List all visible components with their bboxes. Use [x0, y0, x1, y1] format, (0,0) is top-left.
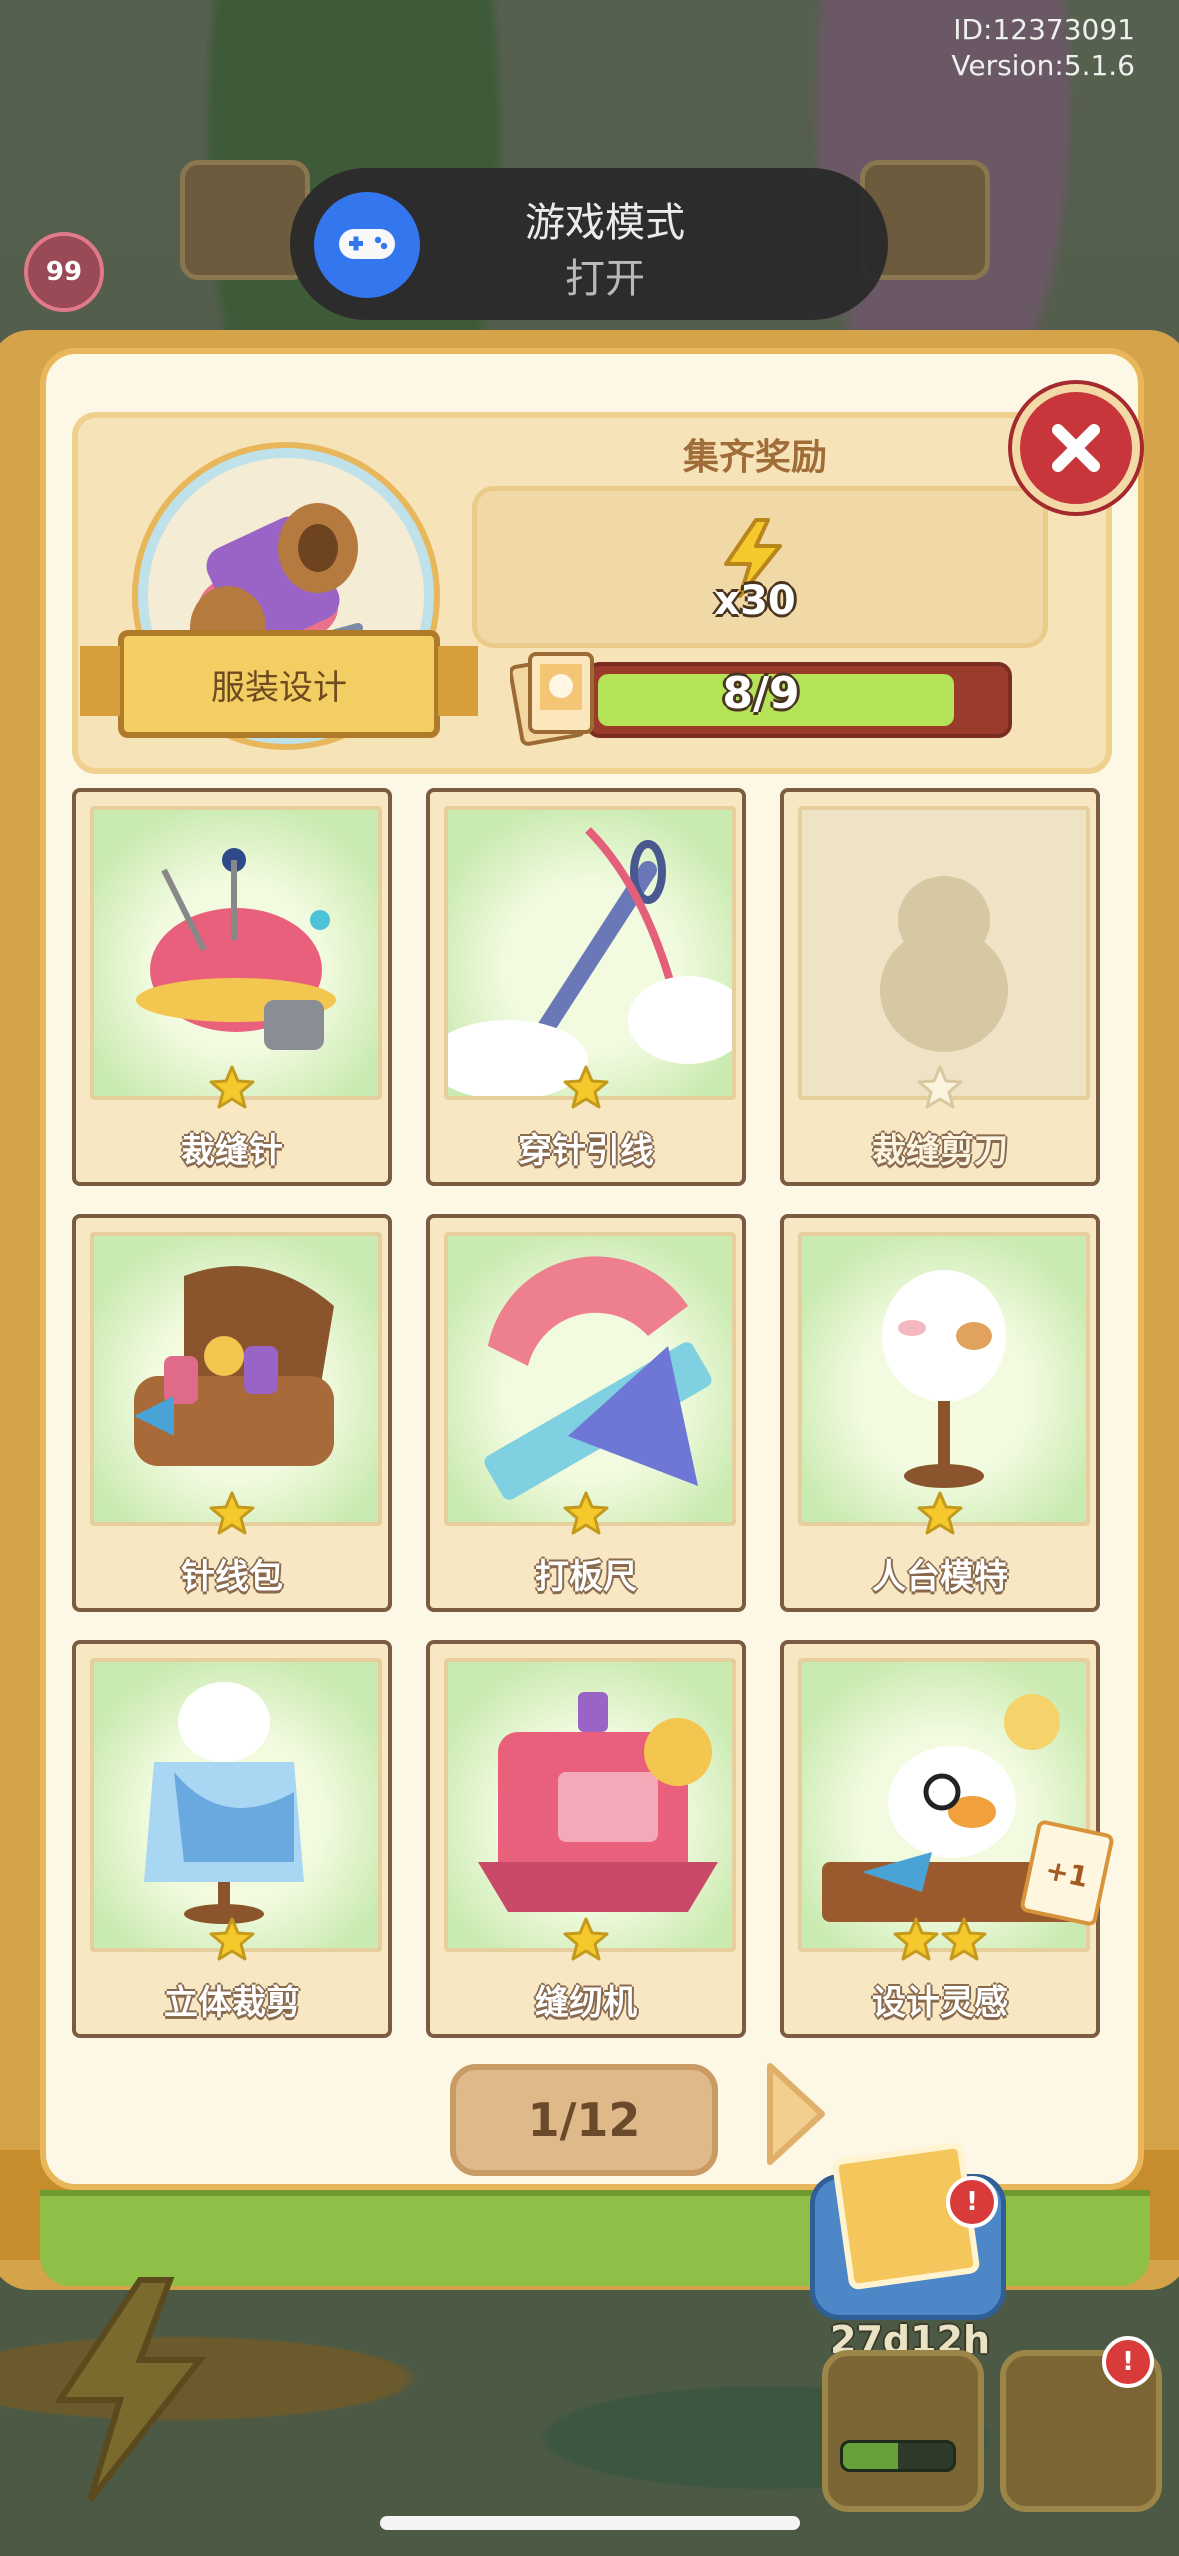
card-name: 设计灵感	[872, 1983, 1008, 2023]
pin-cushion-icon	[136, 848, 336, 1050]
card-star-rating	[76, 1916, 388, 1964]
close-button[interactable]	[1012, 384, 1140, 512]
card-artwork	[90, 1232, 382, 1526]
collection-card[interactable]: 立体裁剪	[72, 1640, 392, 2038]
reward-amount: x30	[714, 578, 796, 624]
card-artwork	[444, 1232, 736, 1526]
star-icon	[563, 1916, 609, 1964]
toast-subtitle: 打开	[565, 256, 645, 302]
build-info: ID:12373091 Version:5.1.6	[951, 12, 1135, 84]
needle-thread-icon	[448, 827, 732, 1096]
collection-card[interactable]: 缝纫机	[426, 1640, 746, 2038]
sewing-machine-icon	[478, 1692, 718, 1912]
duck-silhouette-icon	[880, 876, 1008, 1052]
star-icon	[209, 1064, 255, 1112]
card-name: 人台模特	[872, 1557, 1008, 1597]
card-star-rating	[784, 1490, 1096, 1538]
card-name: 裁缝针	[181, 1131, 283, 1171]
collection-progress-text: 8/9	[722, 668, 800, 719]
card-name: 穿针引线	[518, 1131, 654, 1171]
collection-card[interactable]: 穿针引线	[426, 788, 746, 1186]
hud-card-slot[interactable]	[822, 2350, 984, 2512]
next-page-button[interactable]	[760, 2060, 830, 2172]
star-icon	[941, 1916, 987, 1964]
star-icon	[209, 1916, 255, 1964]
card-star-rating	[430, 1064, 742, 1112]
level-value: 99	[45, 257, 83, 287]
card-name: 打板尺	[535, 1557, 637, 1597]
card-name: 裁缝剪刀	[872, 1131, 1008, 1171]
set-name: 服装设计	[211, 667, 347, 708]
collection-card[interactable]: 裁缝针	[72, 788, 392, 1186]
star-icon	[563, 1064, 609, 1112]
close-icon	[1052, 424, 1100, 472]
card-star-rating	[76, 1064, 388, 1112]
extra-card-count: +1	[1042, 1852, 1092, 1894]
home-indicator[interactable]	[380, 2516, 800, 2530]
star-icon	[917, 1064, 963, 1112]
album-alert-text: !	[966, 2187, 978, 2217]
friends-alert-badge: !	[1102, 2336, 1154, 2388]
card-star-rating	[430, 1490, 742, 1538]
user-id-text: ID:12373091	[953, 13, 1135, 46]
sewing-box-icon	[134, 1266, 334, 1466]
gamepad-icon	[314, 192, 420, 298]
page-number: 1/12	[527, 2093, 641, 2147]
chevron-right-icon	[767, 2063, 825, 2165]
toast-title: 游戏模式	[525, 200, 685, 246]
page-indicator: 1/12	[450, 2064, 718, 2176]
ruler-set-icon	[484, 1256, 712, 1500]
star-icon	[209, 1490, 255, 1538]
card-artwork	[444, 1658, 736, 1952]
star-icon	[563, 1490, 609, 1538]
draping-mannequin-icon	[144, 1682, 304, 1924]
hud-slot-progress-fill	[843, 2443, 898, 2469]
card-name: 针线包	[181, 1557, 283, 1597]
version-text: Version:5.1.6	[951, 49, 1135, 82]
star-icon	[893, 1916, 939, 1964]
set-name-ribbon: 服装设计	[80, 630, 478, 738]
card-star-rating	[430, 1916, 742, 1964]
hud-slot-progress	[840, 2440, 956, 2472]
collection-card[interactable]: 针线包	[72, 1214, 392, 1612]
friends-alert-text: !	[1122, 2347, 1134, 2377]
card-name: 立体裁剪	[164, 1983, 300, 2023]
card-star-rating	[784, 1064, 1096, 1112]
game-mode-toast: 游戏模式 打开	[290, 168, 888, 320]
star-icon	[917, 1490, 963, 1538]
level-badge: 99	[24, 232, 104, 312]
collection-card[interactable]: 人台模特	[780, 1214, 1100, 1612]
card-artwork	[798, 1232, 1090, 1526]
card-artwork	[90, 806, 382, 1100]
card-artwork	[90, 1658, 382, 1952]
card-star-rating	[76, 1490, 388, 1538]
collection-card[interactable]: 打板尺	[426, 1214, 746, 1612]
card-name: 缝纫机	[535, 1983, 637, 2023]
mannequin-icon	[882, 1270, 1006, 1488]
card-artwork	[798, 806, 1090, 1100]
card-star-rating	[784, 1916, 1096, 1964]
album-alert-badge: !	[946, 2176, 998, 2228]
reward-title: 集齐奖励	[682, 437, 827, 478]
collection-card[interactable]: 裁缝剪刀	[780, 788, 1100, 1186]
hud-energy-tile	[180, 160, 310, 280]
lightning-decoration-icon	[54, 2277, 207, 2502]
card-artwork	[444, 806, 736, 1100]
